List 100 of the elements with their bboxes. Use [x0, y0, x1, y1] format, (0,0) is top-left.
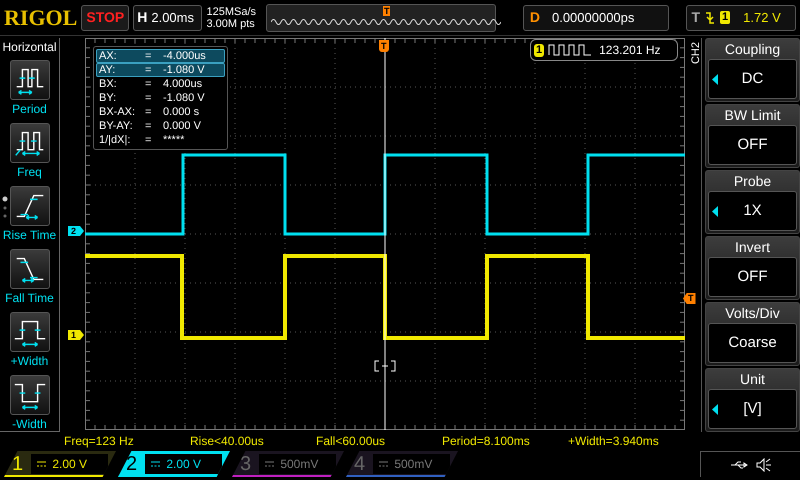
adjust-arrow-icon	[712, 206, 718, 217]
channel-number: 2	[126, 454, 138, 474]
delay-label: D	[530, 8, 540, 27]
menu-softkey[interactable]: Coupling DC	[705, 38, 800, 102]
dc-coupling-icon	[265, 461, 274, 467]
softkey-title: Invert	[734, 238, 770, 257]
menu-softkey[interactable]: Volts/Div Coarse	[705, 302, 800, 366]
counter-value: 123.201 Hz	[599, 42, 661, 59]
channel-tab[interactable]: 4 500mV	[346, 451, 458, 477]
equals-sign: =	[145, 48, 152, 64]
cursor-label: 1/|dX|:	[99, 132, 132, 148]
trigger-position-marker: T	[382, 6, 390, 16]
softkey-value: OFF	[738, 266, 768, 287]
trigger-position-marker: T	[379, 40, 388, 52]
trigger-level: 1.72 V	[743, 8, 781, 27]
measure-button[interactable]	[10, 312, 50, 352]
cursor-value: -1.080 V	[163, 90, 205, 106]
softkey-title: Volts/Div	[725, 304, 780, 323]
softkey-value: Coarse	[728, 332, 777, 353]
softkey-title: Coupling	[724, 40, 780, 59]
trigger-source-badge: 1	[720, 11, 730, 24]
equals-sign: =	[145, 62, 152, 78]
cursor-readout-row[interactable]: BX-AX: = 0.000 s	[96, 105, 225, 119]
page-indicator-icon	[2, 196, 8, 220]
measurement-readout: Rise<40.00us	[190, 433, 265, 450]
channel-number: 3	[240, 454, 252, 474]
timebase-box[interactable]: H 2.00ms	[133, 4, 202, 30]
measurement-readout: +Width=3.940ms	[568, 433, 660, 450]
channel-scale: 2.00 V	[166, 456, 202, 473]
softkey-value: [V]	[743, 398, 762, 419]
softkey-value: DC	[742, 68, 764, 89]
falling-edge-icon	[705, 10, 716, 24]
channel-tab[interactable]: 3 500mV	[232, 451, 344, 477]
dc-coupling-icon	[379, 461, 388, 467]
delay-box[interactable]: D 0.00000000ps	[522, 4, 669, 30]
cursor-readout-row[interactable]: AY: = -1.080 V	[96, 63, 225, 77]
menu-softkey[interactable]: Unit [V]	[705, 368, 800, 432]
channel-number: 4	[354, 454, 366, 474]
adjust-arrow-icon	[712, 404, 718, 415]
dc-coupling-icon	[37, 461, 46, 467]
cursor-label: AY:	[99, 62, 116, 78]
channel-tab[interactable]: 2 2.00 V	[118, 451, 230, 477]
softkey-title: Probe	[734, 172, 772, 191]
equals-sign: =	[145, 132, 152, 148]
cursor-value: 0.000 s	[163, 104, 200, 120]
cursor-value: 0.000 V	[163, 118, 201, 134]
equals-sign: =	[145, 76, 152, 92]
square-wave-icon	[548, 44, 592, 56]
measure-button[interactable]	[10, 123, 50, 163]
channel-offset-marker: 1	[68, 330, 84, 340]
cursor-label: AX:	[99, 48, 118, 64]
cursor-readout-row[interactable]: BY-AY: = 0.000 V	[96, 119, 225, 133]
measurement-readout: Freq=123 Hz	[64, 433, 135, 450]
brand-logo: RIGOL	[4, 6, 78, 28]
channel-label: CH2	[689, 42, 703, 64]
softkey-title: BW Limit	[724, 106, 780, 125]
menu-title: Horizontal	[2, 40, 57, 55]
menu-softkey[interactable]: BW Limit OFF	[705, 104, 800, 168]
cursor-readout-row[interactable]: AX: = -4.000us	[96, 49, 225, 63]
cursor-readout-row[interactable]: BY: = -1.080 V	[96, 91, 225, 105]
menu-softkey[interactable]: Invert OFF	[705, 236, 800, 300]
softkey-value: 1X	[743, 200, 762, 221]
cursor-readout-row[interactable]: BX: = 4.000us	[96, 77, 225, 91]
channel-scale: 500mV	[394, 456, 432, 473]
measure-label: Period	[12, 101, 47, 118]
cursor-value: -1.080 V	[163, 62, 205, 78]
measure-button[interactable]	[10, 375, 50, 415]
overview-wave-icon	[270, 16, 501, 26]
menu-softkey[interactable]: Probe 1X	[705, 170, 800, 234]
channel-tab[interactable]: 1 2.00 V	[4, 451, 116, 477]
measurement-readout: Fall<60.00us	[316, 433, 386, 450]
delay-value: 0.00000000ps	[552, 8, 634, 27]
measure-button[interactable]	[10, 249, 50, 289]
channel-scale: 2.00 V	[52, 456, 88, 473]
measure-button[interactable]	[10, 186, 50, 226]
channel-scale: 500mV	[280, 456, 318, 473]
measurement-readout: Period=8.100ms	[442, 433, 531, 450]
timebase-value: 2.00ms	[151, 8, 194, 27]
cursor-label: BX-AX:	[99, 104, 136, 120]
cursor-readout-row[interactable]: 1/|dX|: = *****	[96, 133, 225, 147]
cursor-label: BY:	[99, 90, 118, 106]
measure-label: Fall Time	[5, 290, 54, 307]
cursor-value: 4.000us	[163, 76, 202, 92]
measure-label: Rise Time	[2, 227, 56, 244]
cursor-value: -4.000us	[163, 48, 206, 64]
memory-depth: 3.00M pts	[206, 18, 256, 30]
adjust-arrow-icon	[712, 74, 718, 85]
measure-label: Freq	[17, 164, 42, 181]
measure-label: +Width	[10, 353, 48, 370]
measure-label: -Width	[12, 416, 47, 433]
trigger-box[interactable]: T 1 1.72 V	[686, 4, 796, 30]
equals-sign: =	[145, 90, 152, 106]
measure-button[interactable]	[10, 60, 50, 100]
equals-sign: =	[145, 104, 152, 120]
usb-icon	[730, 460, 750, 470]
run-stop-button[interactable]: STOP	[81, 4, 130, 30]
timebase-label: H	[137, 8, 148, 27]
cursor-label: BY-AY:	[99, 118, 134, 134]
counter-channel-badge: 1	[534, 44, 544, 56]
channel-number: 1	[12, 454, 24, 474]
